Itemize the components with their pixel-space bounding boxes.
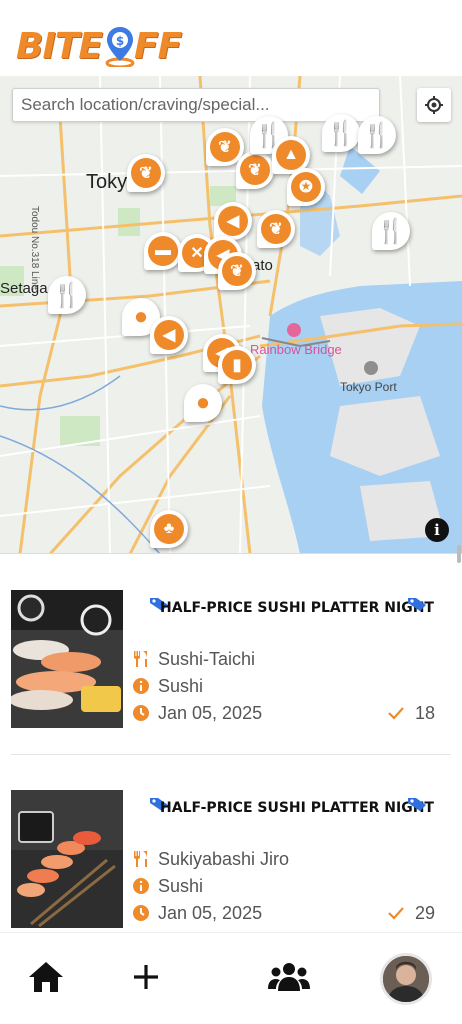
info-icon (132, 877, 150, 895)
tag-icon (408, 798, 426, 811)
map-pin-utensils[interactable]: 🍴 (358, 116, 396, 154)
deal-divider (11, 754, 451, 755)
clock-icon (132, 904, 150, 922)
deal-date-row: Jan 05, 2025 (132, 901, 262, 925)
map-pin-chicken[interactable]: ♣ (150, 510, 188, 548)
deal-date-row: Jan 05, 2025 (132, 701, 262, 725)
utensils-icon (132, 650, 150, 668)
map-pin-leaf[interactable]: ❦ (218, 252, 256, 290)
map-pin-leaf[interactable]: ❦ (236, 151, 274, 189)
bottom-nav (0, 932, 462, 1024)
users-icon (268, 963, 310, 991)
deal-photo (11, 790, 123, 928)
list-scrollbar[interactable] (457, 545, 461, 563)
clock-icon (132, 704, 150, 722)
info-icon (132, 677, 150, 695)
map-info-button[interactable]: i (425, 518, 449, 542)
deal-check-count[interactable]: 18 (387, 701, 435, 725)
map-pin-star[interactable]: ✪ (287, 168, 325, 206)
deal-restaurant-row: Sushi-Taichi (132, 647, 255, 671)
home-icon (29, 962, 63, 992)
deal-photo (11, 590, 123, 728)
map-label-rainbow-bridge: Rainbow Bridge (250, 342, 342, 357)
locate-me-button[interactable] (417, 88, 451, 122)
map-pin-utensils[interactable]: 🍴 (322, 114, 360, 152)
deal-title: HALF-PRICE SUSHI PLATTER NIGHT (160, 600, 434, 616)
add-deal-button[interactable] (126, 957, 166, 997)
deal-card[interactable]: HALF-PRICE SUSHI PLATTER NIGHT Sukiyabas… (11, 790, 451, 930)
map-pin-fish[interactable]: ◀ (150, 316, 188, 354)
map-pin-cake[interactable]: ▬ (144, 232, 182, 270)
deal-category: Sushi (158, 875, 204, 896)
utensils-icon (132, 850, 150, 868)
deal-count: 29 (414, 902, 435, 923)
plus-icon (134, 965, 158, 989)
search-input[interactable] (12, 88, 380, 122)
map-pin-leaf[interactable]: ❦ (257, 210, 295, 248)
map-pin-utensils[interactable]: 🍴 (372, 212, 410, 250)
map-pin-leaf[interactable]: ❦ (127, 154, 165, 192)
map-pin-utensils[interactable]: 🍴 (48, 276, 86, 314)
check-icon (388, 907, 404, 920)
map-label-tokyo: Toky (86, 171, 128, 193)
tag-icon (408, 598, 426, 611)
logo-text-right: FF (133, 25, 182, 67)
deal-card[interactable]: HALF-PRICE SUSHI PLATTER NIGHT Sushi-Tai… (11, 590, 451, 730)
map-label-setagaya: Setaga (0, 280, 48, 297)
svg-text:$: $ (116, 34, 124, 48)
check-icon (388, 707, 404, 720)
map-label-road: Todou No.318 Line (29, 206, 40, 290)
deal-date: Jan 05, 2025 (158, 702, 263, 723)
deal-count: 18 (414, 702, 435, 723)
deal-category: Sushi (158, 675, 204, 696)
deal-check-count[interactable]: 29 (387, 901, 435, 925)
map-pin-mug[interactable]: ▮ (218, 346, 256, 384)
deal-category-row: Sushi (132, 874, 203, 898)
map-pin-lollipop[interactable]: ● (184, 384, 222, 422)
deal-restaurant[interactable]: Sukiyabashi Jiro (158, 849, 289, 870)
crosshair-icon (425, 96, 443, 114)
deal-restaurant[interactable]: Sushi-Taichi (158, 649, 255, 670)
app-header: BITE $ FF (0, 0, 462, 76)
deal-category-row: Sushi (132, 674, 203, 698)
map-label-tokyo-port: Tokyo Port (340, 380, 397, 394)
map-pin-dollar-icon: $ (105, 27, 135, 67)
logo-text-left: BITE (16, 25, 103, 67)
bite-off-logo: BITE $ FF (16, 24, 182, 68)
deal-restaurant-row: Sukiyabashi Jiro (132, 847, 289, 871)
deal-title: HALF-PRICE SUSHI PLATTER NIGHT (160, 800, 434, 816)
friends-button[interactable] (266, 957, 312, 997)
home-button[interactable] (26, 957, 66, 997)
avatar[interactable] (380, 953, 432, 1005)
map-pin-fish[interactable]: ◀ (214, 202, 252, 240)
deals-map[interactable]: Toky Setaga ato Rainbow Bridge Tokyo Por… (0, 76, 462, 554)
deal-date: Jan 05, 2025 (158, 902, 263, 923)
